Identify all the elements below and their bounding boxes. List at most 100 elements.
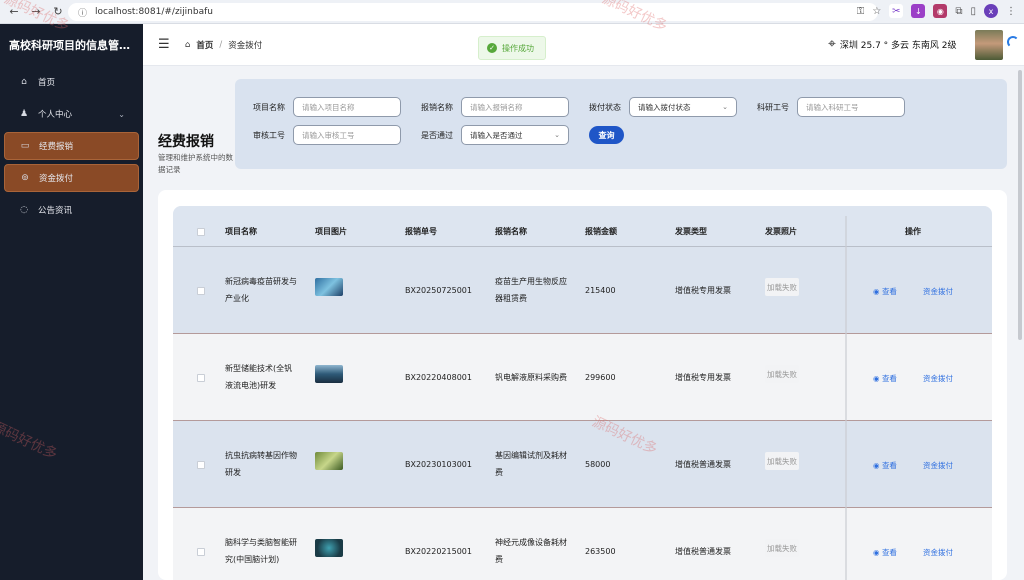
cell-order-no: BX20220408001	[405, 373, 472, 382]
approved-field: 是否通过 请输入是否通过 ⌄	[421, 125, 569, 145]
more-menu-icon[interactable]: ⋮	[1006, 6, 1016, 17]
field-label: 项目名称	[253, 102, 285, 112]
cell-project-name: 新型储能技术(全钒 液流电池)研发	[225, 360, 292, 394]
reimb-name-field: 报销名称 请输入报销名称	[421, 97, 569, 117]
sidebar-item-home[interactable]: ⌂ 首页	[4, 68, 139, 96]
fund-allocate-button[interactable]: 资金拨付	[923, 286, 953, 297]
row-checkbox[interactable]	[197, 287, 205, 295]
avatar[interactable]	[975, 30, 1003, 60]
reimb-name-input[interactable]: 请输入报销名称	[461, 97, 569, 117]
pay-status-select[interactable]: 请输入拨付状态 ⌄	[629, 97, 737, 117]
cell-order-no: BX20250725001	[405, 286, 472, 295]
view-label: 查看	[881, 374, 897, 383]
loading-spinner-icon	[1007, 36, 1019, 48]
sidebar-item-fund-allocation[interactable]: ⊚ 资金拨付	[4, 164, 139, 192]
weather-widget: ⌖ 深圳 25.7 ° 多云 东南风 2级	[828, 36, 956, 52]
text-line: 费	[495, 555, 503, 564]
approved-select[interactable]: 请输入是否通过 ⌄	[461, 125, 569, 145]
cell-project-name: 抗虫抗病转基因作物 研发	[225, 447, 297, 481]
text-line: 钒电解液原料采购费	[495, 373, 567, 382]
view-button[interactable]: ◉ 查看	[873, 373, 897, 384]
project-thumbnail[interactable]	[315, 539, 343, 557]
text-line: 新冠病毒疫苗研发与	[225, 277, 297, 286]
project-thumbnail[interactable]	[315, 452, 343, 470]
invoice-photo-failed: 加载失败	[765, 278, 799, 296]
table-row: 脑科学与类脑智能研 究(中国脑计划) BX20220215001 神经元成像设备…	[173, 508, 992, 580]
eye-icon: ◉	[873, 374, 882, 383]
breadcrumb-home-icon: ⌂	[185, 40, 191, 50]
page-scrollbar[interactable]	[1018, 70, 1022, 340]
data-table: 项目名称 项目图片 报销单号 报销名称 报销金额 发票类型 发票照片 操作 新冠…	[173, 206, 992, 580]
project-thumbnail[interactable]	[315, 365, 343, 383]
extension-icons: ⚿ ☆ ✂ ↓ ◉ ⧉ ▯ x ⋮	[857, 4, 1016, 18]
search-button[interactable]: 查询	[589, 126, 624, 144]
invoice-photo-failed: 加载失败	[765, 365, 799, 383]
research-id-input[interactable]: 请输入科研工号	[797, 97, 905, 117]
sidebar-item-label: 个人中心	[38, 110, 73, 120]
project-name-field: 项目名称 请输入项目名称	[253, 97, 401, 117]
url-text: localhost:8081/#/zijinbafu	[95, 7, 213, 17]
cell-amount: 263500	[585, 547, 616, 556]
fund-allocate-button[interactable]: 资金拨付	[923, 547, 953, 558]
profile-icon[interactable]: x	[984, 4, 998, 18]
field-label: 是否通过	[421, 130, 453, 140]
breadcrumb-current: 资金拨付	[228, 41, 263, 51]
cat-extension-icon[interactable]: ◉	[933, 4, 948, 18]
view-label: 查看	[881, 287, 897, 296]
row-checkbox[interactable]	[197, 461, 205, 469]
cell-order-no: BX20230103001	[405, 460, 472, 469]
sidebar-item-announcements[interactable]: ◌ 公告资讯	[4, 196, 139, 224]
breadcrumb-home[interactable]: 首页	[196, 39, 213, 51]
cell-project-name: 新冠病毒疫苗研发与 产业化	[225, 273, 297, 307]
text-line: 究(中国脑计划)	[225, 555, 280, 564]
sidepanel-icon[interactable]: ▯	[970, 6, 976, 17]
select-all-checkbox[interactable]	[197, 228, 205, 236]
text-line: 疫苗生产用生物反应	[495, 277, 567, 286]
view-button[interactable]: ◉ 查看	[873, 460, 897, 471]
project-thumbnail[interactable]	[315, 278, 343, 296]
invoice-photo-failed: 加载失败	[765, 539, 799, 557]
field-label: 审核工号	[253, 130, 285, 140]
site-info-icon[interactable]: ⓘ	[78, 6, 87, 19]
row-checkbox[interactable]	[197, 548, 205, 556]
auditor-id-input[interactable]: 请输入审核工号	[293, 125, 401, 145]
reload-icon[interactable]: ↻	[50, 4, 66, 20]
menu-toggle-icon[interactable]: ☰	[158, 37, 170, 52]
scissors-extension-icon[interactable]: ✂	[889, 4, 904, 18]
sidebar-item-reimbursement[interactable]: ▭ 经费报销	[4, 132, 139, 160]
eye-icon: ◉	[873, 287, 882, 296]
field-label: 报销名称	[421, 102, 453, 112]
col-actions: 操作	[905, 227, 921, 236]
reimburse-icon: ▭	[20, 141, 30, 151]
back-icon[interactable]: ←	[6, 4, 22, 20]
breadcrumb-separator: /	[219, 40, 223, 50]
sidebar-item-label: 资金拨付	[39, 174, 74, 184]
download-extension-icon[interactable]: ↓	[911, 4, 926, 18]
puzzle-icon[interactable]: ⧉	[955, 6, 962, 17]
view-label: 查看	[881, 461, 897, 470]
key-icon[interactable]: ⚿	[857, 6, 865, 17]
sidebar-item-personal-center[interactable]: ♟ 个人中心 ⌄	[4, 100, 139, 128]
table-row: 新冠病毒疫苗研发与 产业化 BX20250725001 疫苗生产用生物反应 器租…	[173, 247, 992, 334]
home-icon: ⌂	[21, 77, 27, 87]
eye-icon: ◉	[873, 461, 882, 470]
address-bar[interactable]: ⓘ localhost:8081/#/zijinbafu	[68, 3, 878, 21]
view-label: 查看	[881, 548, 897, 557]
bookmark-star-icon[interactable]: ☆	[872, 6, 881, 17]
chevron-down-icon: ⌄	[722, 103, 728, 111]
fund-allocate-button[interactable]: 资金拨付	[923, 373, 953, 384]
col-project-name: 项目名称	[225, 227, 257, 236]
auditor-id-field: 审核工号 请输入审核工号	[253, 125, 401, 145]
project-name-input[interactable]: 请输入项目名称	[293, 97, 401, 117]
cell-reimb-name: 疫苗生产用生物反应 器租赁费	[495, 273, 567, 307]
row-checkbox[interactable]	[197, 374, 205, 382]
text-line: 研发	[225, 468, 241, 477]
text-line: 液流电池)研发	[225, 381, 277, 390]
fund-allocate-button[interactable]: 资金拨付	[923, 460, 953, 471]
forward-icon[interactable]: →	[28, 4, 44, 20]
view-button[interactable]: ◉ 查看	[873, 547, 897, 558]
eye-icon: ◉	[873, 548, 882, 557]
cell-order-no: BX20220215001	[405, 547, 472, 556]
chat-icon: ◌	[20, 205, 28, 215]
view-button[interactable]: ◉ 查看	[873, 286, 897, 297]
